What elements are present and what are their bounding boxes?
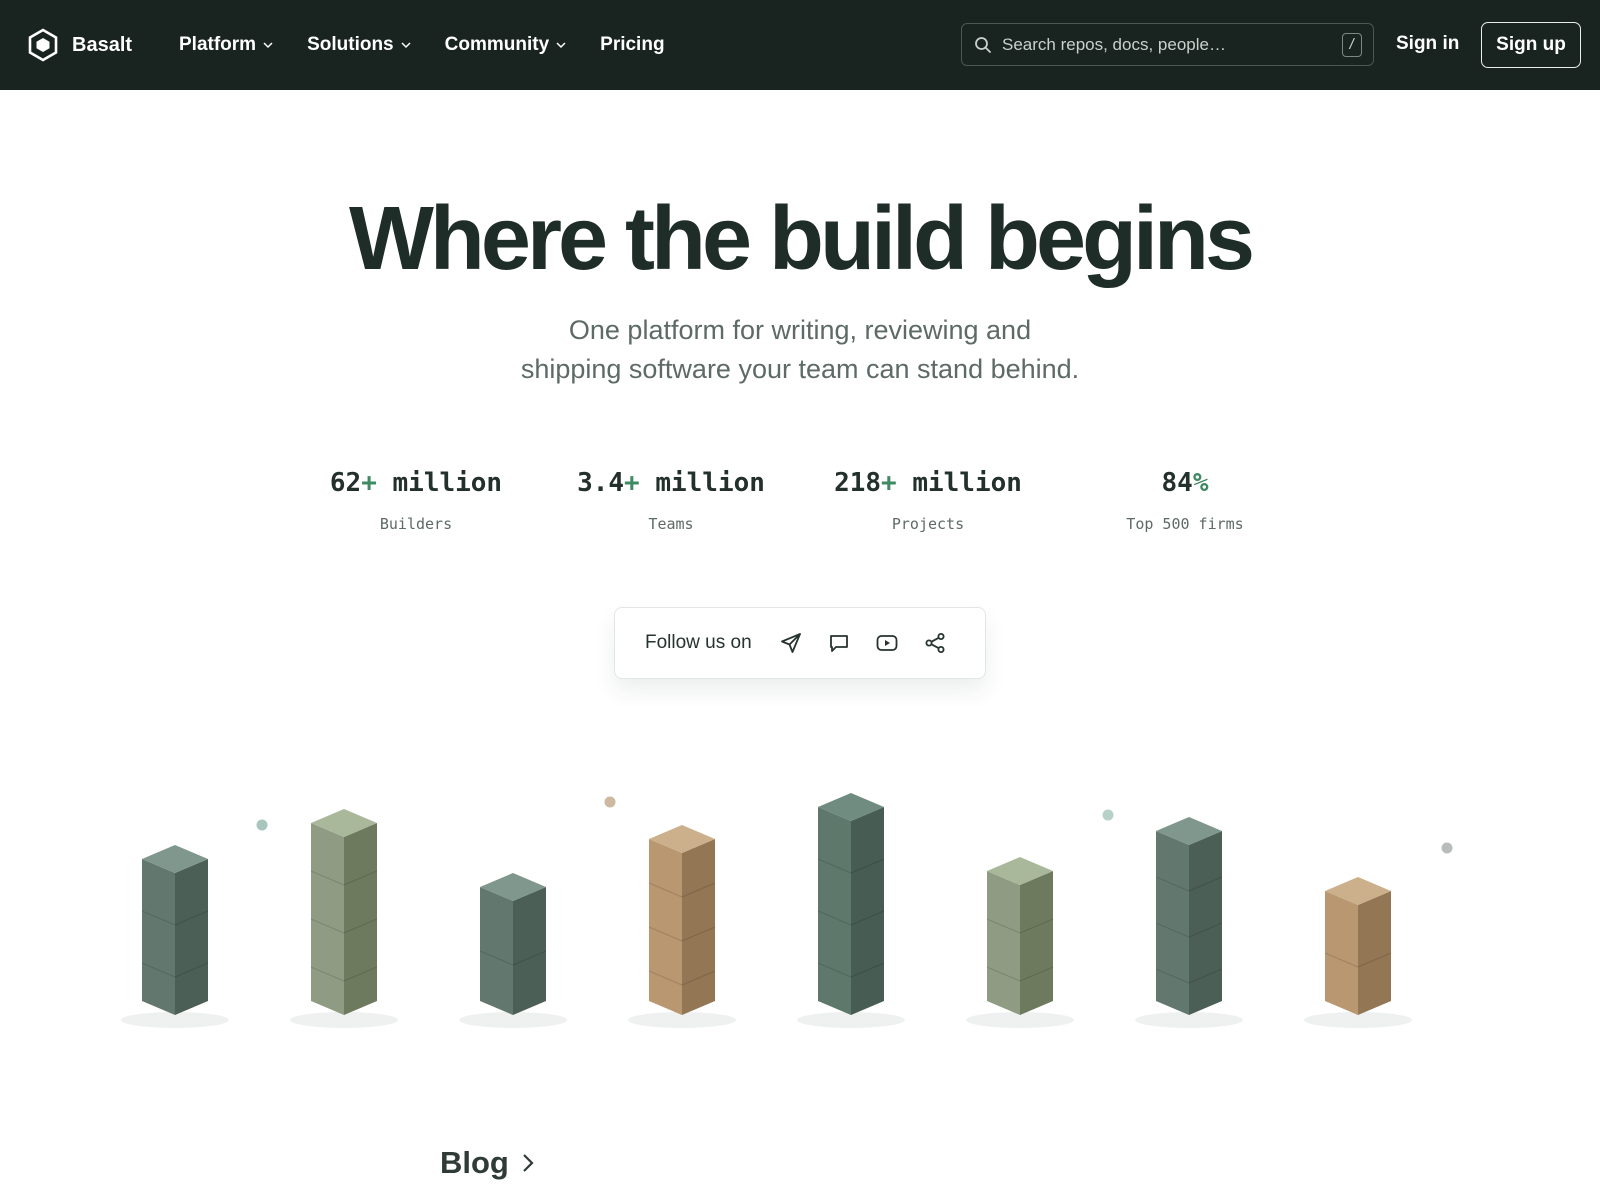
tower-right-face (344, 823, 377, 1015)
tower-right-face (851, 807, 884, 1015)
decorative-dot (1441, 842, 1453, 854)
chat-bubble-icon[interactable] (826, 630, 852, 656)
follow-label: Follow us on (645, 632, 752, 653)
stat-plus-sign: + (624, 468, 640, 498)
hero-subtitle: One platform for writing, reviewing and … (0, 311, 1600, 389)
stat-label: Projects (891, 515, 965, 533)
stat-percent-sign: % (1192, 468, 1209, 498)
chevron-down-icon (263, 42, 273, 49)
decorative-dot (256, 819, 268, 831)
hero-subtitle-line: shipping software your team can stand be… (520, 354, 1080, 384)
stat-number: 3.4 (577, 468, 625, 498)
top-navbar: Basalt Platform Solutions Community Pric… (0, 0, 1600, 90)
tower-right-face (175, 859, 208, 1015)
chevron-down-icon (556, 42, 566, 49)
decorative-dot (1102, 809, 1114, 821)
stat-value: 218+ million (798, 468, 1058, 498)
search-icon (975, 36, 991, 53)
search-input[interactable] (1002, 34, 1342, 55)
share-icon[interactable] (922, 630, 948, 656)
tower-right-face (682, 839, 715, 1015)
nav-item-solutions[interactable]: Solutions (307, 34, 412, 56)
search-box[interactable]: / (961, 23, 1374, 66)
tower-left-face (987, 871, 1020, 1015)
nav-item-community[interactable]: Community (445, 34, 568, 56)
decorative-dot (604, 796, 616, 808)
stat-number: 62 (329, 468, 362, 498)
search-shortcut-badge: / (1342, 32, 1362, 57)
paper-plane-icon[interactable] (778, 630, 804, 656)
blog-heading: Blog (440, 1145, 509, 1180)
block-towers-illustration (0, 780, 1600, 1040)
stat-unit: million (896, 468, 1022, 498)
tower-left-face (1325, 891, 1358, 1015)
tower-right-face (1189, 831, 1222, 1015)
brand-name: Basalt (72, 33, 133, 56)
video-play-icon[interactable] (874, 630, 900, 656)
chevron-right-icon (523, 1154, 534, 1172)
sign-in-link[interactable]: Sign in (1396, 33, 1459, 55)
stat-number: 218 (834, 468, 882, 498)
nav-item-label: Pricing (600, 34, 665, 55)
nav-item-platform[interactable]: Platform (179, 34, 274, 56)
hexagon-logo-icon (28, 28, 58, 62)
blog-section-link[interactable]: Blog (440, 1145, 537, 1181)
stat-top-firms: 84% Top 500 firms (1055, 468, 1315, 533)
stat-label: Teams (648, 515, 694, 533)
stat-label: Builders (379, 515, 453, 533)
stat-teams: 3.4+ million Teams (541, 468, 801, 533)
follow-us-card: Follow us on (614, 607, 986, 679)
sign-up-button[interactable]: Sign up (1481, 22, 1581, 68)
tower-left-face (142, 859, 175, 1015)
tower-right-face (513, 887, 546, 1015)
tower-left-face (818, 807, 851, 1015)
stat-value: 62+ million (286, 468, 546, 498)
stat-value: 3.4+ million (541, 468, 801, 498)
tower-left-face (649, 839, 682, 1015)
block-towers-svg (121, 793, 1453, 1028)
hero-subtitle-line: One platform for writing, reviewing and (568, 315, 1032, 345)
tower-left-face (1156, 831, 1189, 1015)
stat-builders: 62+ million Builders (286, 468, 546, 533)
stat-number: 84 (1161, 468, 1193, 498)
stat-unit: million (639, 468, 765, 498)
tower-right-face (1020, 871, 1053, 1015)
chevron-down-icon (401, 42, 411, 49)
stat-unit: million (376, 468, 503, 498)
stat-value: 84% (1055, 468, 1315, 498)
stat-projects: 218+ million Projects (798, 468, 1058, 533)
hero-title: Where the build begins (348, 189, 1255, 289)
stat-label: Top 500 firms (1126, 515, 1244, 533)
nav-item-pricing[interactable]: Pricing (600, 34, 664, 56)
tower-left-face (311, 823, 344, 1015)
nav-item-label: Solutions (307, 34, 394, 55)
nav-item-label: Community (444, 34, 550, 55)
main-menu: Platform Solutions Community Pricing (179, 0, 698, 90)
tower-left-face (480, 887, 513, 1015)
brand-logo-link[interactable]: Basalt (28, 28, 132, 62)
stat-plus-sign: + (361, 468, 377, 498)
stat-plus-sign: + (881, 468, 897, 498)
tower-right-face (1358, 891, 1391, 1015)
nav-item-label: Platform (179, 34, 257, 55)
